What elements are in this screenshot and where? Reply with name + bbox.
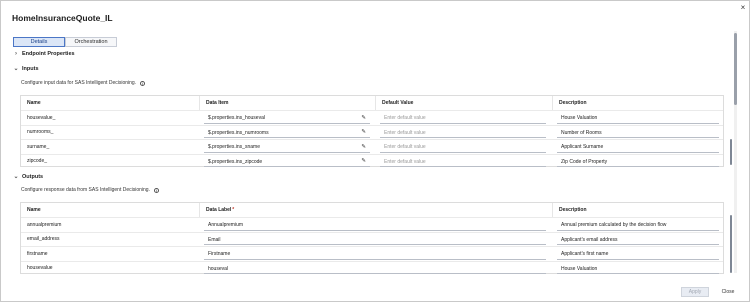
data-label-field[interactable]: Firstname	[204, 250, 546, 260]
column-header-description: Description	[552, 96, 723, 110]
data-label-header-text: Data Label	[206, 207, 232, 213]
table-header-row: Name Data Item Default Value Description	[21, 96, 723, 110]
table-row: numrooms_ $.properties.ins_numrooms ✎ Ent…	[21, 124, 723, 140]
table-row: email_address Email Applicant's email ad…	[21, 231, 723, 247]
input-name: numrooms_	[27, 129, 54, 136]
data-label-field[interactable]: houseval	[204, 264, 546, 274]
column-header-data-label: Data Label *	[199, 203, 552, 217]
column-header-data-item: Data Item	[199, 96, 375, 110]
input-name: surname_	[27, 143, 50, 150]
outputs-description: Configure response data from SAS Intelli…	[21, 187, 159, 193]
inputs-table-scrollbar[interactable]	[730, 139, 732, 165]
table-row: surname_ $.properties.ins_sname ✎ Enter d…	[21, 139, 723, 154]
chevron-down-icon: ⌄	[13, 66, 19, 72]
data-item-field[interactable]: $.properties.ins_houseval ✎	[204, 114, 370, 124]
endpoint-properties-header[interactable]: › Endpoint Properties	[13, 51, 75, 57]
data-label-field[interactable]: Email	[204, 235, 546, 245]
description-field[interactable]: House Valuation	[557, 114, 719, 124]
data-item-value: $.properties.ins_sname	[208, 144, 260, 150]
outputs-label: Outputs	[22, 173, 44, 180]
table-row: firstname Firstname Applicant's first na…	[21, 246, 723, 261]
data-item-field[interactable]: $.properties.ins_zipcode ✎	[204, 157, 370, 167]
column-header-default-value: Default Value	[375, 96, 552, 110]
column-header-name: Name	[27, 100, 41, 106]
dialog: HomeInsuranceQuote_IL × Details Orchestr…	[0, 0, 750, 302]
pencil-icon[interactable]: ✎	[361, 158, 366, 164]
output-name: annualpremium	[27, 221, 62, 228]
dialog-title: HomeInsuranceQuote_IL	[12, 13, 113, 23]
description-field[interactable]: Applicant Surname	[557, 143, 719, 153]
column-header-name: Name	[27, 207, 41, 213]
table-row: zipcode_ $.properties.ins_zipcode ✎ Enter…	[21, 153, 723, 169]
default-value-field[interactable]: Enter default value	[380, 114, 546, 124]
table-row: housevalue houseval House Valuation	[21, 260, 723, 276]
pencil-icon[interactable]: ✎	[361, 144, 366, 150]
inputs-description: Configure input data for SAS Intelligent…	[21, 80, 146, 86]
tab-bar: Details Orchestration	[13, 37, 117, 47]
outputs-header[interactable]: ⌄ Outputs	[13, 173, 44, 181]
table-row: housevalue_ $.properties.ins_houseval ✎ E…	[21, 110, 723, 125]
output-name: email_address	[27, 236, 60, 243]
inputs-header[interactable]: ⌄ Inputs	[13, 65, 39, 73]
inputs-table: Name Data Item Default Value Description…	[20, 95, 724, 167]
outputs-table-scrollbar[interactable]	[730, 215, 732, 273]
default-value-field[interactable]: Enter default value	[380, 157, 546, 167]
data-item-value: $.properties.ins_zipcode	[208, 158, 263, 165]
data-label-field[interactable]: Annualpremium	[204, 221, 546, 231]
description-field[interactable]: Zip Code of Property	[557, 157, 719, 167]
chevron-down-icon: ⌄	[13, 174, 19, 180]
close-icon[interactable]: ×	[738, 3, 748, 13]
description-field[interactable]: Applicant's first name	[557, 250, 719, 260]
table-row: annualpremium Annualpremium Annual premi…	[21, 217, 723, 232]
description-field[interactable]: House Valuation	[557, 264, 719, 274]
pencil-icon[interactable]: ✎	[361, 115, 366, 121]
output-name: housevalue	[27, 265, 53, 272]
pencil-icon[interactable]: ✎	[361, 129, 366, 135]
description-field[interactable]: Number of Rooms	[557, 128, 719, 138]
chevron-right-icon: ›	[15, 51, 17, 57]
description-field[interactable]: Applicant's email address	[557, 235, 719, 245]
info-icon[interactable]: i	[140, 80, 146, 86]
dialog-scrollbar-thumb[interactable]	[734, 33, 737, 105]
default-value-field[interactable]: Enter default value	[380, 143, 546, 153]
info-icon[interactable]: i	[153, 187, 159, 193]
description-field[interactable]: Annual premium calculated by the decisio…	[557, 221, 719, 231]
data-item-value: $.properties.ins_numrooms	[208, 129, 269, 136]
tab-details[interactable]: Details	[13, 37, 65, 47]
data-item-field[interactable]: $.properties.ins_numrooms ✎	[204, 128, 370, 138]
close-button[interactable]: Close	[714, 287, 742, 297]
inputs-description-text: Configure input data for SAS Intelligent…	[21, 80, 137, 86]
table-header-row: Name Data Label * Description	[21, 203, 723, 217]
output-name: firstname	[27, 250, 48, 257]
input-name: housevalue_	[27, 114, 56, 121]
input-name: zipcode_	[27, 158, 48, 165]
tab-orchestration[interactable]: Orchestration	[65, 37, 117, 47]
required-mark: *	[232, 207, 235, 213]
inputs-label: Inputs	[22, 65, 39, 72]
outputs-description-text: Configure response data from SAS Intelli…	[21, 187, 150, 193]
outputs-table: Name Data Label * Description annualpremi…	[20, 202, 724, 274]
data-item-field[interactable]: $.properties.ins_sname ✎	[204, 143, 370, 153]
data-item-value: $.properties.ins_houseval	[208, 115, 265, 121]
column-header-description: Description	[552, 203, 723, 217]
endpoint-properties-label: Endpoint Properties	[22, 51, 75, 57]
default-value-field[interactable]: Enter default value	[380, 128, 546, 138]
apply-button[interactable]: Apply	[681, 287, 709, 297]
